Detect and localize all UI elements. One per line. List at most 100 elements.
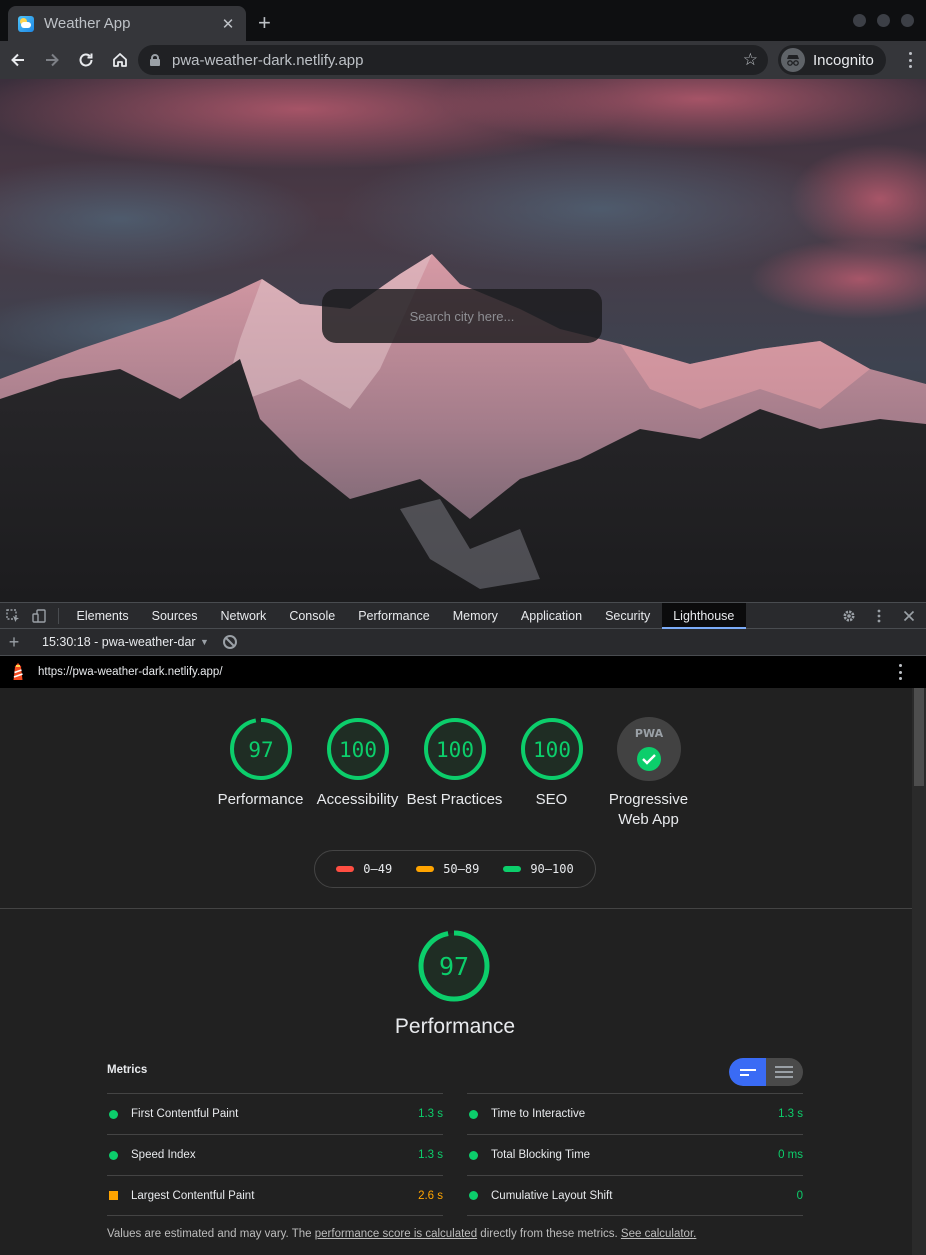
score-value: 100 [436, 738, 474, 762]
tab-strip: Weather App ✕ + [0, 0, 926, 41]
performance-gauge: 97 [416, 928, 492, 1009]
pwa-badge-icon: PWA [616, 717, 681, 781]
back-button[interactable] [2, 44, 34, 76]
lighthouse-toolbar: + 15:30:18 - pwa-weather-dark.netlify.ap… [0, 629, 926, 656]
close-window-button[interactable] [901, 14, 914, 27]
clear-reports-icon[interactable] [222, 635, 237, 649]
category-gauges: 97 Performance 100 Accessibility 100 Bes… [212, 716, 702, 836]
city-search-input[interactable] [322, 289, 602, 343]
devtools-actions [836, 603, 922, 629]
dropdown-caret-icon[interactable]: ▼ [200, 637, 209, 647]
lighthouse-logo-icon [11, 662, 25, 682]
metrics-column-left: First Contentful Paint 1.3 s Speed Index… [107, 1093, 443, 1216]
forward-button[interactable] [36, 44, 68, 76]
page-viewport [0, 79, 926, 602]
devtools-tabbar: Elements Sources Network Console Performance… [0, 602, 926, 629]
address-bar[interactable]: pwa-weather-dark.netlify.app ☆ [138, 45, 768, 75]
maximize-button[interactable] [877, 14, 890, 27]
gauge-best-practices[interactable]: 100 Best Practices [406, 716, 503, 810]
devtools-tab-elements[interactable]: Elements [65, 603, 140, 629]
metric-value: 2.6 s [418, 1189, 443, 1202]
devtools-tab-network[interactable]: Network [209, 603, 278, 629]
settings-gear-icon[interactable] [836, 603, 862, 629]
legend-item: 90–100 [503, 862, 574, 876]
reload-button[interactable] [70, 44, 102, 76]
metric-value: 1.3 s [418, 1108, 443, 1120]
legend-range: 0–49 [363, 862, 393, 876]
devtools-tab-console[interactable]: Console [278, 603, 347, 629]
browser-tab[interactable]: Weather App ✕ [8, 6, 246, 41]
tab-close-icon[interactable]: ✕ [220, 15, 236, 33]
metric-status-icon [469, 1109, 478, 1119]
metric-value: 0 [796, 1189, 803, 1202]
performance-score: 97 [439, 952, 469, 981]
gauge-label: Performance [217, 791, 304, 808]
devtools-tab-sources[interactable]: Sources [140, 603, 209, 629]
report-menu-icon[interactable] [899, 664, 903, 680]
gauge-seo[interactable]: 100 SEO [503, 716, 600, 810]
performance-title: Performance [394, 1015, 516, 1038]
metric-value: 1.3 s [418, 1149, 443, 1161]
metric-name: Speed Index [131, 1149, 196, 1161]
devtools-tab-lighthouse[interactable]: Lighthouse [661, 602, 746, 629]
metric-name: Cumulative Layout Shift [491, 1189, 613, 1202]
new-tab-button[interactable]: + [258, 12, 271, 34]
new-report-button[interactable]: + [0, 632, 28, 653]
metric-name: First Contentful Paint [131, 1108, 239, 1120]
lock-icon[interactable] [150, 54, 160, 66]
metrics-footnote: Values are estimated and may vary. The p… [107, 1228, 696, 1240]
gauge-accessibility[interactable]: 100 Accessibility [309, 716, 406, 810]
legend-item: 50–89 [416, 862, 479, 876]
devtools-tab-security[interactable]: Security [594, 603, 662, 629]
devtools-tab-performance[interactable]: Performance [347, 603, 442, 629]
gauge-label: SEO [535, 791, 568, 808]
browser-menu-icon[interactable] [908, 52, 912, 68]
metric-status-icon [109, 1109, 118, 1119]
incognito-icon [781, 48, 805, 72]
section-divider [0, 908, 912, 909]
metric-row: First Contentful Paint 1.3 s [107, 1093, 443, 1134]
bookmark-star-icon[interactable]: ☆ [743, 50, 758, 70]
footnote-text: Values are estimated and may vary. The [107, 1228, 315, 1240]
legend-swatch [503, 866, 522, 872]
device-toggle-icon[interactable] [26, 603, 52, 629]
home-button[interactable] [104, 44, 136, 76]
lighthouse-report: 97 Performance 100 Accessibility 100 Bes… [0, 688, 912, 1255]
devtools-tab-list: Elements Sources Network Console Performance… [65, 602, 746, 629]
scrollbar-thumb[interactable] [914, 688, 924, 786]
metric-value: 0 ms [778, 1149, 803, 1161]
see-calculator-link[interactable]: See calculator. [621, 1228, 696, 1240]
back-arrow-icon [11, 53, 24, 67]
incognito-indicator[interactable]: Incognito [778, 45, 886, 75]
gauge-progressive-web-app[interactable]: PWA Progressive Web App [600, 716, 697, 830]
metric-status-icon [109, 1150, 118, 1160]
metric-name: Time to Interactive [491, 1108, 586, 1120]
report-scrollbar[interactable] [912, 688, 926, 1255]
weather-favicon-icon [18, 15, 34, 32]
legend-item: 0–49 [336, 862, 392, 876]
devtools-tab-application[interactable]: Application [509, 603, 593, 629]
devtools-menu-icon[interactable] [866, 603, 892, 629]
score-legend: 0–49 50–89 90–100 [314, 850, 596, 888]
metric-status-icon [469, 1191, 478, 1200]
minimize-button[interactable] [853, 14, 866, 27]
metric-name: Largest Contentful Paint [131, 1189, 255, 1202]
metrics-view-toggle[interactable] [729, 1058, 803, 1086]
address-url: pwa-weather-dark.netlify.app [172, 51, 364, 69]
metric-row: Time to Interactive 1.3 s [467, 1093, 803, 1134]
gauge-label: Accessibility [316, 791, 399, 808]
summary-view-button[interactable] [729, 1058, 766, 1086]
inspect-element-icon[interactable] [0, 603, 26, 629]
metric-row: Cumulative Layout Shift 0 [467, 1175, 803, 1216]
score-value: 100 [339, 738, 377, 762]
report-selector[interactable]: 15:30:18 - pwa-weather-dark.netlify.app [42, 635, 196, 649]
devtools-tab-memory[interactable]: Memory [441, 603, 509, 629]
score-calculation-link[interactable]: performance score is calculated [315, 1228, 477, 1240]
expanded-view-button[interactable] [766, 1058, 803, 1086]
legend-swatch [416, 866, 435, 872]
close-devtools-icon[interactable] [896, 603, 922, 629]
legend-range: 90–100 [530, 862, 574, 876]
legend-range: 50–89 [443, 862, 480, 876]
footnote-text: directly from these metrics. [477, 1228, 621, 1240]
gauge-performance[interactable]: 97 Performance [212, 716, 309, 810]
